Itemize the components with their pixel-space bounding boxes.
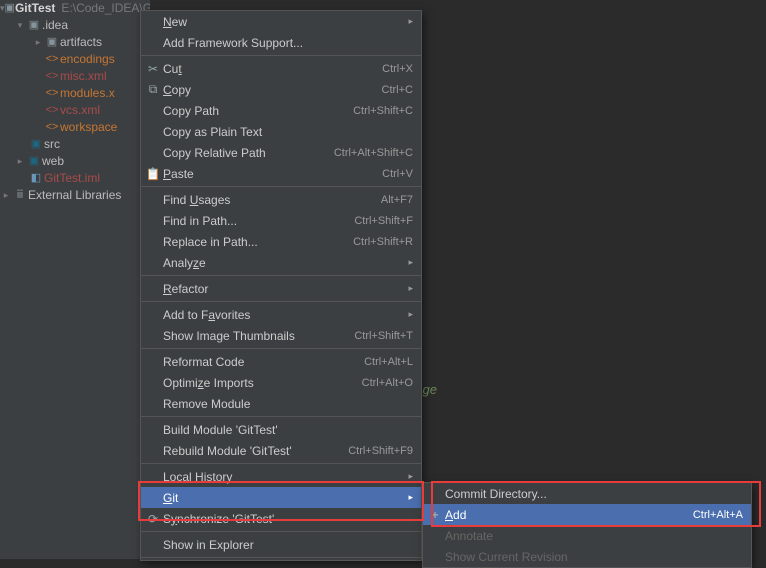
expand-arrow-icon[interactable]: ▾ [14, 17, 26, 34]
tree-item-src[interactable]: src [44, 136, 60, 153]
menu-analyze[interactable]: Analyze▸ [141, 252, 421, 273]
xml-file-icon: <> [44, 85, 60, 102]
project-path: E:\Code_IDEA\GitTest [61, 0, 150, 17]
copy-icon: ⧉ [143, 82, 163, 97]
xml-file-icon: <> [44, 102, 60, 119]
tree-item-iml[interactable]: GitTest.iml [44, 170, 100, 187]
xml-file-icon: <> [44, 119, 60, 136]
tree-item-idea[interactable]: .idea [42, 17, 68, 34]
menu-local-history[interactable]: Local History▸ [141, 466, 421, 487]
menu-new[interactable]: New▸ [141, 11, 421, 32]
submenu-annotate: Annotate [423, 525, 751, 546]
paste-icon: 📋 [143, 167, 163, 181]
cut-icon: ✂ [143, 62, 163, 76]
tree-item-encodings[interactable]: encodings [60, 51, 115, 68]
tree-item-modules[interactable]: modules.x [60, 85, 115, 102]
folder-icon: ▣ [26, 17, 42, 34]
folder-icon: ▣ [44, 34, 60, 51]
menu-add-framework[interactable]: Add Framework Support... [141, 32, 421, 53]
tree-item-workspace[interactable]: workspace [60, 119, 117, 136]
expand-arrow-icon[interactable]: ▸ [32, 34, 44, 51]
expand-arrow-icon[interactable]: ▸ [14, 153, 26, 170]
add-icon: + [425, 508, 445, 522]
tree-item-misc[interactable]: misc.xml [60, 68, 107, 85]
menu-copy-relative[interactable]: Copy Relative PathCtrl+Alt+Shift+C [141, 142, 421, 163]
project-root[interactable]: GitTest [15, 0, 55, 17]
submenu-show-current-revision: Show Current Revision [423, 546, 751, 567]
menu-replace-in-path[interactable]: Replace in Path...Ctrl+Shift+R [141, 231, 421, 252]
menu-build-module[interactable]: Build Module 'GitTest' [141, 419, 421, 440]
folder-icon: ▣ [26, 153, 42, 170]
xml-file-icon: <> [44, 51, 60, 68]
menu-copy-plain[interactable]: Copy as Plain Text [141, 121, 421, 142]
tree-item-external-libs[interactable]: External Libraries [28, 187, 121, 204]
submenu-add[interactable]: +AddCtrl+Alt+A [423, 504, 751, 525]
menu-cut[interactable]: ✂CutCtrl+X [141, 58, 421, 79]
menu-show-in-explorer[interactable]: Show in Explorer [141, 534, 421, 555]
menu-find-in-path[interactable]: Find in Path...Ctrl+Shift+F [141, 210, 421, 231]
sync-icon: ⟳ [143, 512, 163, 526]
project-tree-pane[interactable]: ▾▣GitTestE:\Code_IDEA\GitTest ▾▣.idea ▸▣… [0, 0, 150, 559]
menu-find-usages[interactable]: Find UsagesAlt+F7 [141, 189, 421, 210]
menu-optimize-imports[interactable]: Optimize ImportsCtrl+Alt+O [141, 372, 421, 393]
menu-git[interactable]: Git▸ [141, 487, 421, 508]
menu-favorites[interactable]: Add to Favorites▸ [141, 304, 421, 325]
xml-file-icon: <> [44, 68, 60, 85]
tree-item-vcs[interactable]: vcs.xml [60, 102, 100, 119]
library-icon: ⅲ [12, 187, 28, 204]
expand-arrow-icon[interactable]: ▸ [0, 187, 12, 204]
iml-file-icon: ◧ [28, 170, 44, 187]
menu-rebuild-module[interactable]: Rebuild Module 'GitTest'Ctrl+Shift+F9 [141, 440, 421, 461]
git-submenu: Commit Directory... +AddCtrl+Alt+A Annot… [422, 482, 752, 568]
menu-copy-path[interactable]: Copy PathCtrl+Shift+C [141, 100, 421, 121]
menu-paste[interactable]: 📋PasteCtrl+V [141, 163, 421, 184]
menu-refactor[interactable]: Refactor▸ [141, 278, 421, 299]
folder-icon: ▣ [5, 0, 15, 17]
menu-thumbnails[interactable]: Show Image ThumbnailsCtrl+Shift+T [141, 325, 421, 346]
menu-synchronize[interactable]: ⟳Synchronize 'GitTest' [141, 508, 421, 529]
menu-remove-module[interactable]: Remove Module [141, 393, 421, 414]
submenu-commit-directory[interactable]: Commit Directory... [423, 483, 751, 504]
menu-copy[interactable]: ⧉CopyCtrl+C [141, 79, 421, 100]
tree-item-web[interactable]: web [42, 153, 64, 170]
folder-icon: ▣ [28, 136, 44, 153]
context-menu: New▸ Add Framework Support... ✂CutCtrl+X… [140, 10, 422, 561]
tree-item-artifacts[interactable]: artifacts [60, 34, 102, 51]
menu-reformat[interactable]: Reformat CodeCtrl+Alt+L [141, 351, 421, 372]
